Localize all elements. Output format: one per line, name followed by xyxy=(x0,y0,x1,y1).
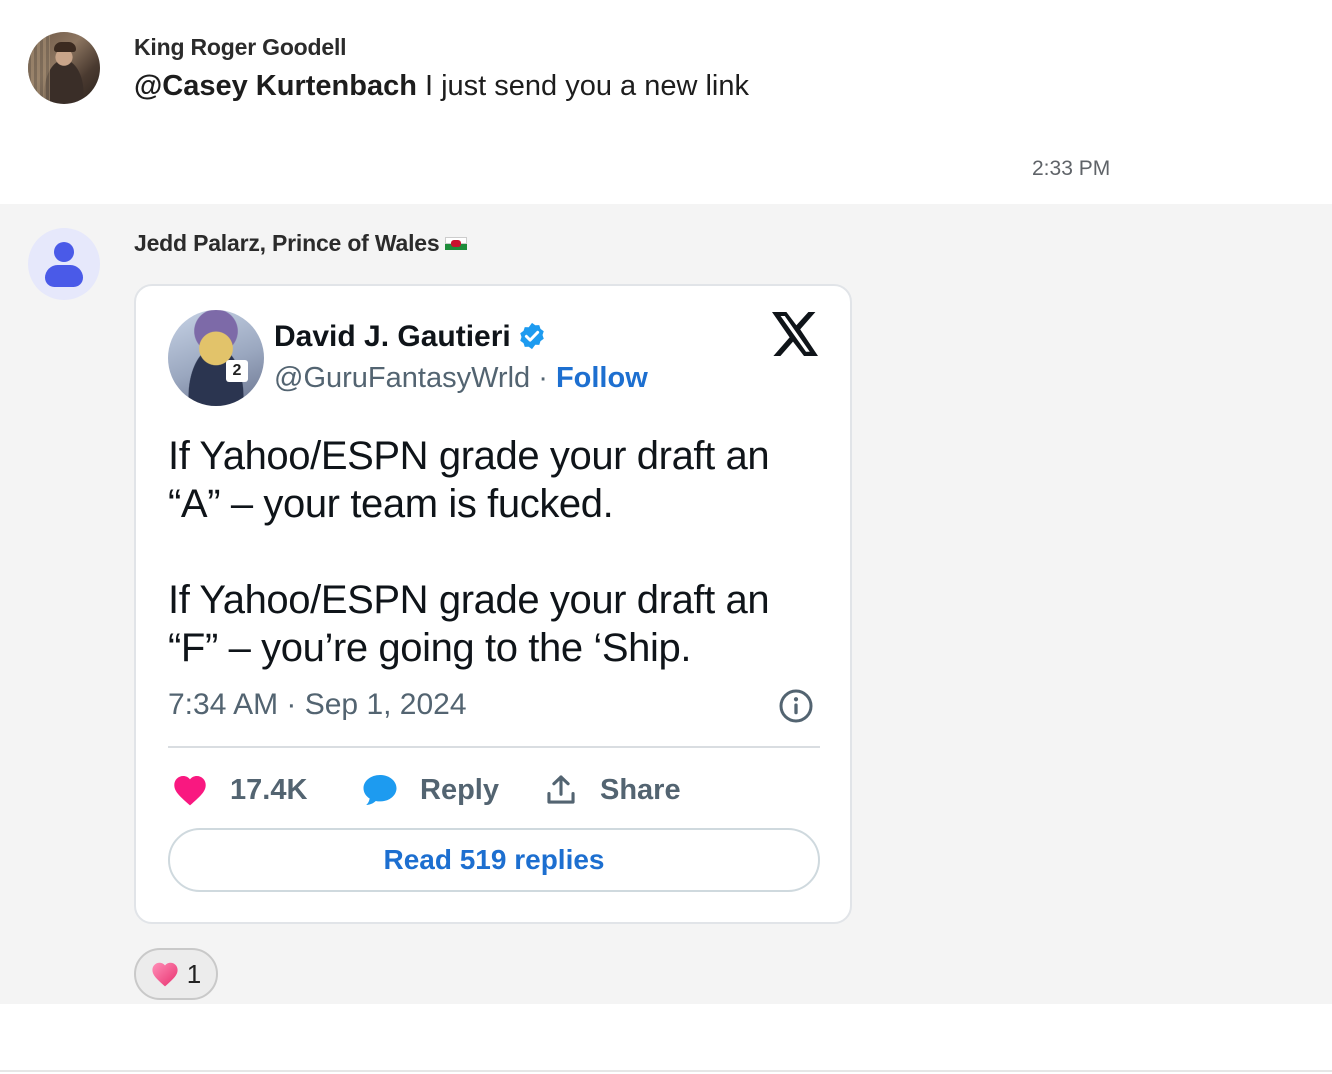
separator-dot: · xyxy=(530,362,556,394)
tweet-timestamp[interactable]: 7:34 AM · Sep 1, 2024 xyxy=(168,688,467,722)
tweet-author-handle[interactable]: @GuruFantasyWrld xyxy=(274,362,530,394)
share-label: Share xyxy=(600,773,681,806)
tweet-paragraph: If Yahoo/ESPN grade your draft an “A” – … xyxy=(168,434,770,526)
heart-icon xyxy=(174,776,206,806)
reply-button[interactable]: Reply xyxy=(362,770,499,810)
divider xyxy=(168,746,820,748)
reply-label: Reply xyxy=(420,773,499,806)
message-text: @Casey Kurtenbach I just send you a new … xyxy=(134,70,749,103)
divider xyxy=(0,1070,1332,1072)
avatar[interactable] xyxy=(28,32,100,104)
x-logo-icon[interactable] xyxy=(772,312,820,356)
tweet-author-name-text: David J. Gautieri xyxy=(274,320,511,353)
info-icon[interactable] xyxy=(778,688,814,724)
reply-bubble-icon xyxy=(363,775,397,805)
avatar-badge: 2 xyxy=(226,360,248,382)
pink-heart-icon xyxy=(152,962,178,987)
sender-name[interactable]: King Roger Goodell xyxy=(134,34,347,61)
user-mention[interactable]: @Casey Kurtenbach xyxy=(134,70,417,102)
share-button[interactable]: Share xyxy=(544,770,681,810)
like-count: 17.4K xyxy=(230,773,308,806)
share-icon xyxy=(547,775,575,804)
tweet-actions: 17.4K Reply Share xyxy=(168,770,820,810)
like-button[interactable]: 17.4K xyxy=(172,770,307,810)
tweet-author-name[interactable]: David J. Gautieri xyxy=(274,320,547,354)
chat-view: King Roger Goodell @Casey Kurtenbach I j… xyxy=(0,0,1332,1074)
verified-badge-icon xyxy=(520,322,544,350)
sender-name-text: Jedd Palarz, Prince of Wales xyxy=(134,230,440,256)
tweet-text: If Yahoo/ESPN grade your draft an “A” – … xyxy=(168,432,808,672)
wales-flag-icon xyxy=(445,237,468,250)
tweet-embed-card[interactable]: 2 David J. Gautieri @GuruFantasyWrld · F… xyxy=(134,284,852,924)
message-body: I just send you a new link xyxy=(416,70,749,102)
sender-name[interactable]: Jedd Palarz, Prince of Wales xyxy=(134,230,468,257)
reaction-pill[interactable]: 1 xyxy=(134,948,218,1000)
message-timestamp: 2:33 PM xyxy=(1032,157,1111,180)
read-replies-button[interactable]: Read 519 replies xyxy=(168,828,820,892)
tweet-author-avatar[interactable]: 2 xyxy=(168,310,264,406)
tweet-handle-line: @GuruFantasyWrld · Follow xyxy=(274,362,648,395)
avatar[interactable] xyxy=(28,228,100,300)
message-row: Jedd Palarz, Prince of Wales 2 David J. … xyxy=(0,204,1332,1004)
follow-link[interactable]: Follow xyxy=(556,362,648,394)
tweet-paragraph: If Yahoo/ESPN grade your draft an “F” – … xyxy=(168,578,770,670)
message-row: King Roger Goodell @Casey Kurtenbach I j… xyxy=(0,0,1332,204)
reaction-count: 1 xyxy=(186,958,202,989)
